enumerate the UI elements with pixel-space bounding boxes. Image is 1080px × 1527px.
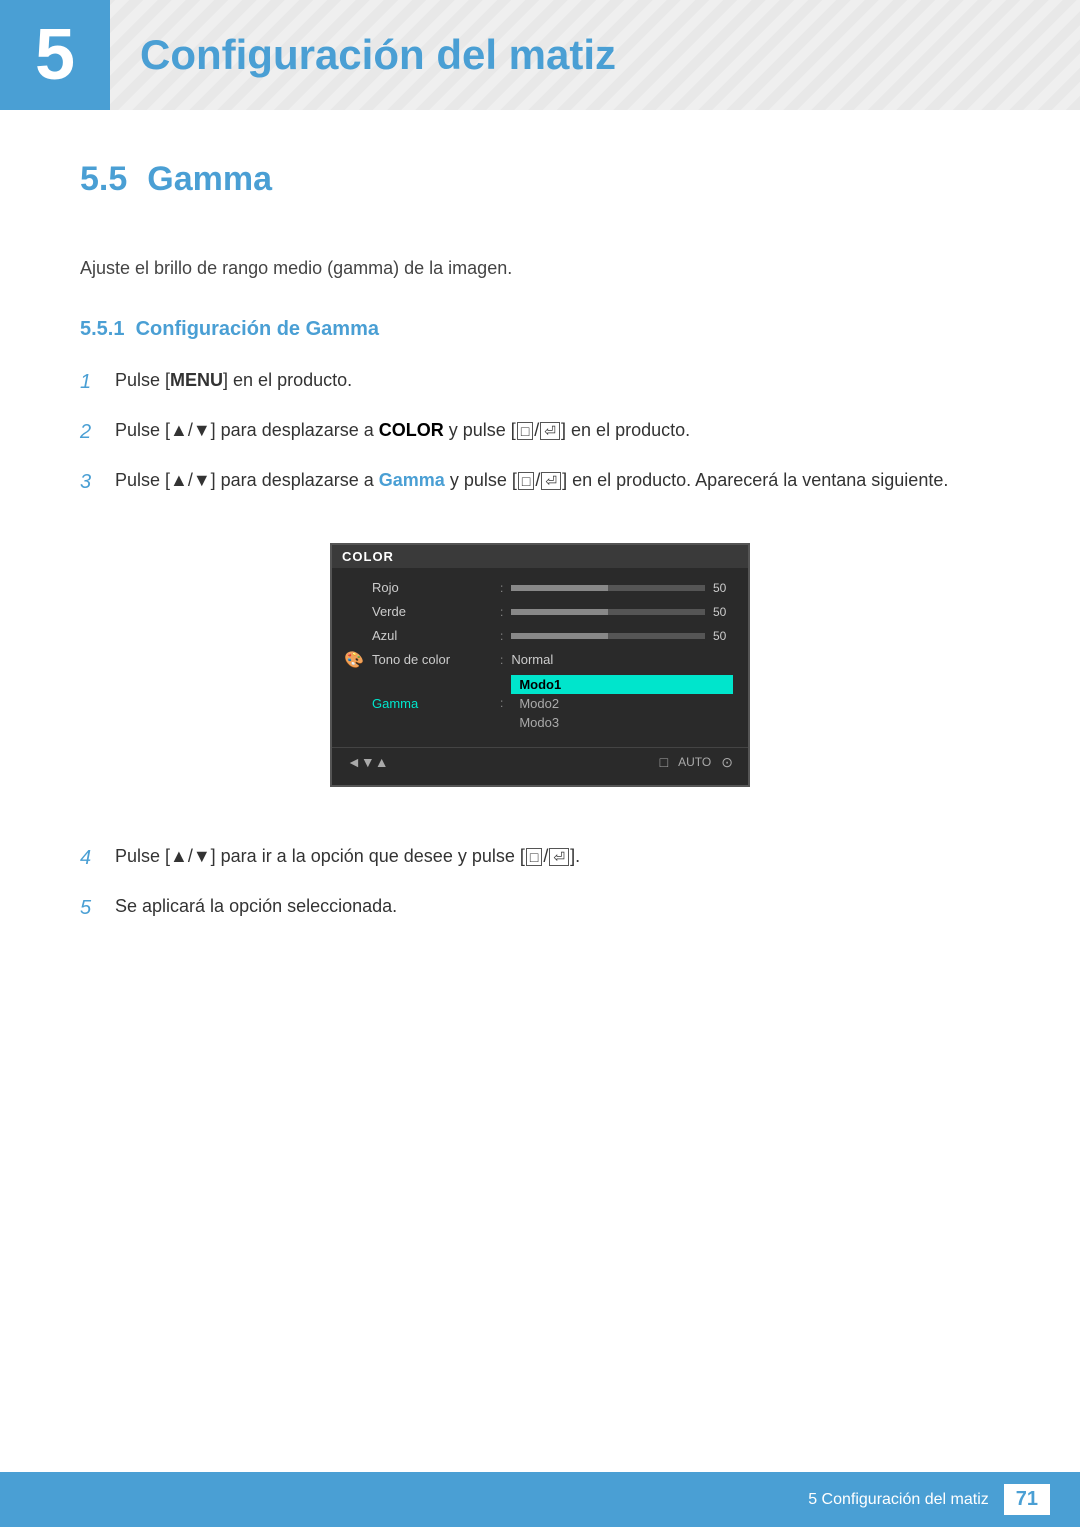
osd-option-modo2: Modo2 xyxy=(511,694,733,713)
footer-text: 5 Configuración del matiz xyxy=(808,1491,989,1509)
section-title: Gamma xyxy=(147,160,272,199)
section-description: Ajuste el brillo de rango medio (gamma) … xyxy=(80,254,1000,283)
osd-icon-left-arrow: ◄ xyxy=(347,754,361,770)
subsection-title: 5.5.1 Configuración de Gamma xyxy=(80,318,1000,341)
osd-icon-left: 🎨 xyxy=(344,650,364,670)
step-3: 3 Pulse [▲/▼] para desplazarse a Gamma y… xyxy=(80,466,1000,498)
step-text-1: Pulse [MENU] en el producto. xyxy=(115,366,1000,395)
step-text-5: Se aplicará la opción seleccionada. xyxy=(115,892,1000,921)
step-number-5: 5 xyxy=(80,892,110,924)
osd-row-gamma: Gamma : Modo1 Modo2 Modo3 xyxy=(332,672,748,735)
step-number-1: 1 xyxy=(80,366,110,398)
section-number: 5.5 xyxy=(80,160,127,199)
page-footer: 5 Configuración del matiz 71 xyxy=(0,1472,1080,1527)
osd-bar-azul: 50 xyxy=(511,629,733,643)
osd-body: Rojo : 50 Verde : xyxy=(332,568,748,785)
osd-screenshot: COLOR Rojo : 50 Verde xyxy=(330,543,750,787)
chapter-number: 5 xyxy=(35,14,75,96)
osd-icon-up-arrow: ▲ xyxy=(375,754,389,770)
step-2: 2 Pulse [▲/▼] para desplazarse a COLOR y… xyxy=(80,416,1000,448)
osd-row-verde: Verde : 50 xyxy=(332,600,748,624)
chapter-badge: 5 xyxy=(0,0,110,110)
osd-icon-row: ◄ ▼ ▲ □ AUTO ⊙ xyxy=(332,747,748,777)
osd-row-azul: Azul : 50 xyxy=(332,624,748,648)
osd-gamma-dropdown: Modo1 Modo2 Modo3 xyxy=(511,675,733,732)
osd-bar-verde: 50 xyxy=(511,605,733,619)
main-content: 5.5 Gamma Ajuste el brillo de rango medi… xyxy=(0,110,1080,1042)
step-1: 1 Pulse [MENU] en el producto. xyxy=(80,366,1000,398)
osd-header: COLOR xyxy=(332,545,748,568)
step-text-2: Pulse [▲/▼] para desplazarse a COLOR y p… xyxy=(115,416,1000,445)
step-number-4: 4 xyxy=(80,842,110,874)
step-text-4: Pulse [▲/▼] para ir a la opción que dese… xyxy=(115,842,1000,871)
steps-list-2: 4 Pulse [▲/▼] para ir a la opción que de… xyxy=(80,842,1000,924)
footer-page-number: 71 xyxy=(1004,1484,1050,1515)
osd-option-modo1: Modo1 xyxy=(511,675,733,694)
step-text-3: Pulse [▲/▼] para desplazarse a Gamma y p… xyxy=(115,466,1000,495)
osd-label-tono: Tono de color xyxy=(372,652,492,667)
osd-icon-enter: □ xyxy=(660,754,668,770)
step-4: 4 Pulse [▲/▼] para ir a la opción que de… xyxy=(80,842,1000,874)
osd-label-gamma: Gamma xyxy=(372,696,492,711)
osd-value-tono: Normal xyxy=(511,652,553,667)
step-number-3: 3 xyxy=(80,466,110,498)
step-5: 5 Se aplicará la opción seleccionada. xyxy=(80,892,1000,924)
osd-icon-auto: AUTO xyxy=(678,755,711,769)
osd-icon-power: ⊙ xyxy=(721,754,733,771)
osd-icon-down-arrow: ▼ xyxy=(361,754,375,770)
osd-label-verde: Verde xyxy=(372,604,492,619)
osd-bar-rojo: 50 xyxy=(511,581,733,595)
chapter-title: Configuración del matiz xyxy=(110,0,616,110)
osd-header-text: COLOR xyxy=(342,549,394,564)
steps-list: 1 Pulse [MENU] en el producto. 2 Pulse [… xyxy=(80,366,1000,498)
osd-label-azul: Azul xyxy=(372,628,492,643)
step-number-2: 2 xyxy=(80,416,110,448)
page-header: 5 Configuración del matiz xyxy=(0,0,1080,110)
osd-label-rojo: Rojo xyxy=(372,580,492,595)
osd-row-tono: Tono de color : Normal xyxy=(332,648,748,672)
osd-row-rojo: Rojo : 50 xyxy=(332,576,748,600)
osd-row-tono-wrap: Tono de color : Normal 🎨 xyxy=(332,648,748,672)
osd-option-modo3: Modo3 xyxy=(511,713,733,732)
